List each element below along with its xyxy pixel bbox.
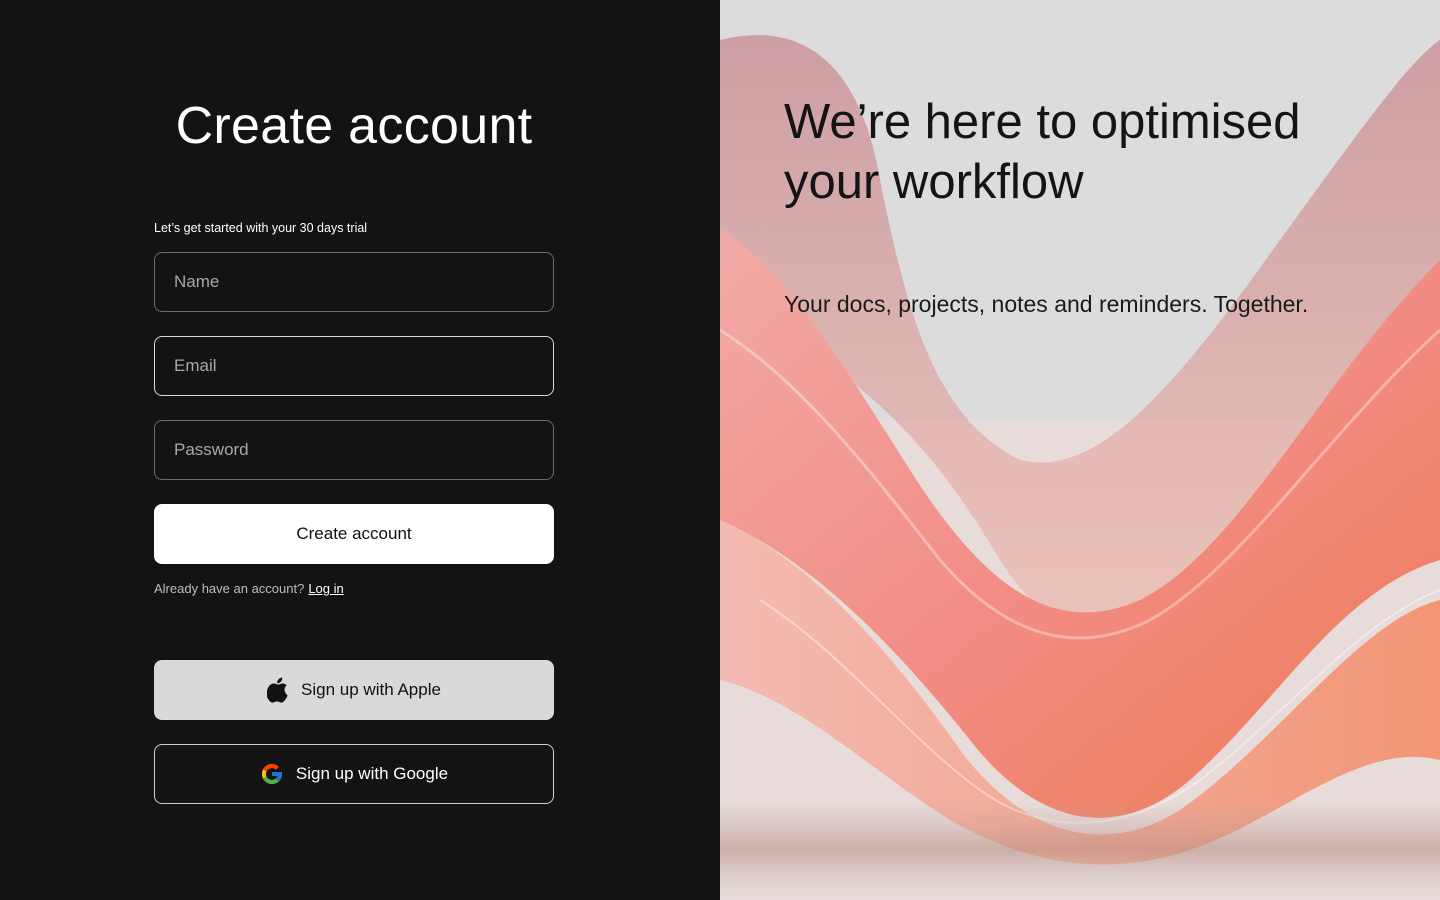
email-input[interactable] xyxy=(154,336,554,396)
sign-up-google-button[interactable]: Sign up with Google xyxy=(154,744,554,804)
login-prompt: Already have an account? Log in xyxy=(154,581,344,596)
login-link[interactable]: Log in xyxy=(308,581,343,596)
signup-panel: Create account Let’s get started with yo… xyxy=(0,0,720,900)
apple-button-label: Sign up with Apple xyxy=(301,680,441,699)
hero-tagline: Your docs, projects, notes and reminders… xyxy=(784,291,1309,317)
google-icon xyxy=(260,762,284,786)
name-input[interactable] xyxy=(154,252,554,312)
create-account-button[interactable]: Create account xyxy=(154,504,554,564)
trial-subtitle: Let’s get started with your 30 days tria… xyxy=(154,221,368,235)
hero-headline: We’re here to optimised your workflow xyxy=(784,95,1301,209)
google-button-label: Sign up with Google xyxy=(295,764,449,783)
apple-icon xyxy=(267,677,289,703)
page-title: Create account xyxy=(175,97,533,155)
password-input[interactable] xyxy=(154,420,554,480)
hero-panel: We’re here to optimised your workflow Yo… xyxy=(720,0,1440,900)
sign-up-apple-button[interactable]: Sign up with Apple xyxy=(154,660,554,720)
login-prompt-text: Already have an account? xyxy=(154,581,305,596)
